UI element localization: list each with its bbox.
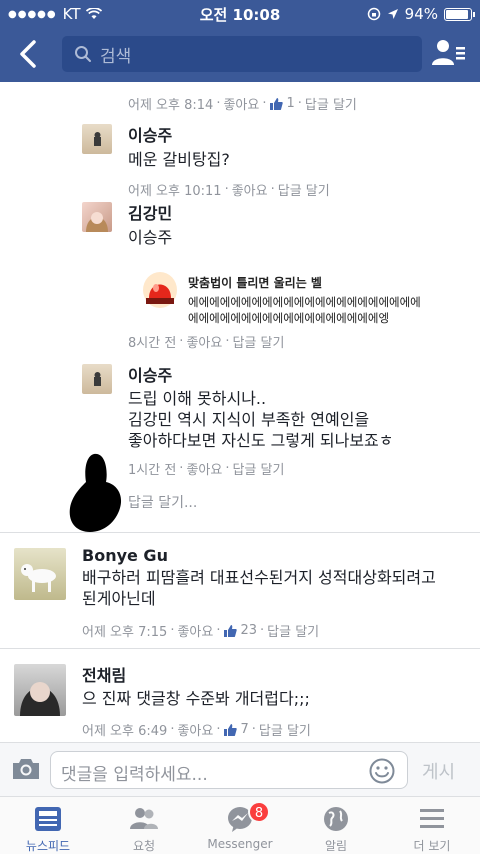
- comment-meta: 8시간 전 · 좋아요 · 답글 달기: [128, 332, 285, 351]
- divider: [0, 648, 480, 649]
- comment: Bonye Gu 배구하러 피땀흘려 대표선수된거지 성적대상화되려고 된게아닌…: [82, 546, 472, 640]
- like-count: 7: [223, 722, 249, 737]
- comment-time: 1시간 전: [128, 463, 177, 478]
- like-link[interactable]: 좋아요: [186, 332, 222, 351]
- image-caption-line: 에에에에에에에에에에에에에에에에에에엥: [188, 311, 390, 325]
- comment-time: 어제 오후 8:14: [128, 98, 214, 113]
- rotation-lock-icon: [367, 7, 380, 21]
- commenter-name[interactable]: 이승주: [128, 122, 480, 146]
- battery-percent: 94%: [404, 5, 438, 23]
- commenter-name[interactable]: Bonye Gu: [82, 546, 472, 565]
- search-input[interactable]: 검색: [62, 36, 422, 72]
- avatar-dog: [21, 564, 56, 592]
- back-button[interactable]: [16, 38, 40, 70]
- commenter-name[interactable]: 전채림: [82, 662, 472, 686]
- like-link[interactable]: 좋아요: [223, 94, 259, 113]
- comment-text-line: 김강민 역시 지식이 부족한 연예인을: [128, 410, 370, 429]
- menu-icon: [420, 809, 444, 828]
- comment-text-line: 배구하러 피땀흘려 대표선수된거지 성적대상화되려고: [82, 568, 436, 587]
- emoji-icon[interactable]: [368, 757, 396, 785]
- tab-label: 요청: [132, 839, 156, 853]
- tab-label: 알림: [324, 839, 348, 853]
- friends-icon: [130, 808, 158, 829]
- comment: 이승주 드립 이해 못하시나.. 김강민 역시 지식이 부족한 연예인을 좋아하…: [128, 362, 480, 478]
- comment-time: 어제 오후 6:49: [82, 724, 168, 739]
- comment-text-line: 드립 이해 못하시나..: [128, 389, 267, 408]
- avatar[interactable]: [14, 664, 66, 716]
- like-link[interactable]: 좋아요: [177, 720, 213, 739]
- comment: 김강민 이승주: [128, 200, 480, 248]
- tab-label: 뉴스피드: [25, 839, 71, 853]
- like-link[interactable]: 좋아요: [232, 180, 268, 199]
- avatar-figure: [20, 682, 60, 716]
- like-link[interactable]: 좋아요: [186, 459, 222, 478]
- image-caption-title: 맞춤법이 틀리면 울리는 벨: [188, 276, 322, 290]
- comment-time: 어제 오후 7:15: [82, 625, 168, 640]
- avatar-figure: [94, 132, 101, 146]
- scribble-overlay: [69, 453, 122, 532]
- comment-thread: 어제 오후 8:14 · 좋아요 · 1 · 답글 달기 이승주 메운 갈비탕집? …: [0, 82, 480, 742]
- comment-text-line: 된게아닌데: [82, 589, 156, 608]
- globe-icon: [324, 807, 348, 831]
- siren-icon: [143, 272, 177, 308]
- thumbs-up-icon: [224, 723, 238, 736]
- avatar[interactable]: [14, 548, 66, 600]
- avatar[interactable]: [82, 124, 112, 154]
- reply-prompt[interactable]: 답글 달기...: [128, 492, 197, 512]
- comment-meta: 어제 오후 8:14 · 좋아요 · 1 · 답글 달기: [128, 94, 357, 113]
- comment-input[interactable]: 댓글을 입력하세요...: [50, 751, 408, 789]
- comment-time: 어제 오후 10:11: [128, 184, 222, 199]
- comment-input-placeholder: 댓글을 입력하세요...: [61, 765, 208, 785]
- commenter-name[interactable]: 김강민: [128, 200, 480, 224]
- avatar-figure: [94, 372, 101, 386]
- tab-more[interactable]: 더 보기: [384, 797, 480, 855]
- like-count: 1: [269, 96, 295, 111]
- avatar[interactable]: [82, 364, 112, 394]
- divider: [0, 532, 480, 533]
- tab-news-feed[interactable]: 뉴스피드: [0, 797, 96, 855]
- comment-text: 메운 갈비탕집?: [128, 150, 230, 169]
- post-button[interactable]: 게시: [422, 758, 455, 784]
- top-bar: ●●●●● KT 오전 10:08 94% 검색: [0, 0, 480, 82]
- camera-icon[interactable]: [11, 757, 41, 781]
- like-link[interactable]: 좋아요: [177, 621, 213, 640]
- comment: 이승주 메운 갈비탕집? 어제 오후 10:11 · 좋아요 · 답글 달기: [128, 122, 480, 199]
- reply-link[interactable]: 답글 달기: [232, 459, 284, 478]
- reply-link[interactable]: 답글 달기: [305, 94, 357, 113]
- tab-notifications[interactable]: 알림: [288, 797, 384, 855]
- avatar[interactable]: [82, 202, 112, 232]
- tab-label: Messenger: [207, 837, 273, 851]
- tab-requests[interactable]: 요청: [96, 797, 192, 855]
- comment-text-line: 좋아하다보면 자신도 그렇게 되나보죠ㅎ: [128, 431, 394, 450]
- comment-time: 8시간 전: [128, 336, 177, 351]
- tab-label: 더 보기: [413, 839, 451, 853]
- status-bar: ●●●●● KT 오전 10:08 94%: [0, 0, 480, 28]
- avatar-figure: [86, 212, 108, 232]
- tagged-user[interactable]: 이승주: [128, 227, 480, 248]
- comment: 전채림 으 진짜 댓글창 수준봐 개더럽다;;; 어제 오후 6:49 · 좋아요…: [82, 662, 472, 739]
- reply-link[interactable]: 답글 달기: [232, 332, 284, 351]
- comment-image[interactable]: 맞춤법이 틀리면 울리는 벨 에에에에에에에에에에에에에에에에에에에에에에 에에…: [138, 264, 468, 325]
- tab-bar: 뉴스피드 요청 8 Messenger 알림 더 보기: [0, 796, 480, 854]
- comment-text: 으 진짜 댓글창 수준봐 개더럽다;;;: [82, 689, 310, 708]
- image-caption-line: 에에에에에에에에에에에에에에에에에에에에에에: [188, 295, 421, 309]
- reply-link[interactable]: 답글 달기: [267, 621, 319, 640]
- location-icon: [387, 9, 398, 19]
- notification-badge: 8: [248, 801, 270, 823]
- thumbs-up-icon: [224, 624, 238, 637]
- battery-icon: [444, 7, 475, 21]
- news-feed-icon: [35, 807, 61, 831]
- reply-link[interactable]: 답글 달기: [259, 720, 311, 739]
- like-count: 23: [223, 623, 257, 638]
- tab-messenger[interactable]: 8 Messenger: [192, 797, 288, 855]
- search-placeholder: 검색: [100, 46, 132, 67]
- commenter-name[interactable]: 이승주: [128, 362, 480, 386]
- thumbs-up-icon: [270, 97, 284, 110]
- reply-link[interactable]: 답글 달기: [278, 180, 330, 199]
- friend-requests-icon[interactable]: [432, 38, 466, 68]
- comment-composer: 댓글을 입력하세요... 게시: [0, 742, 480, 796]
- search-icon: [75, 46, 91, 62]
